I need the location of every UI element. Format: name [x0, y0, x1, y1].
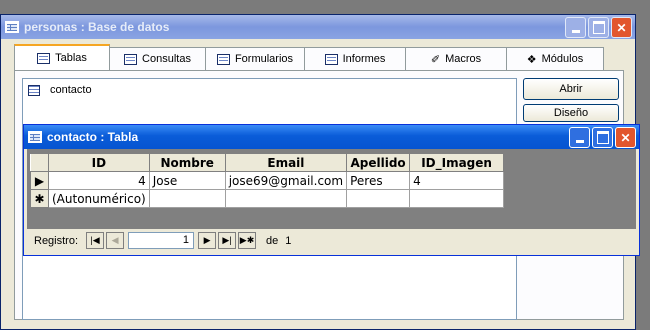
close-button[interactable]	[615, 127, 636, 148]
tab-label: Tablas	[55, 52, 87, 64]
table-icon	[28, 131, 42, 143]
new-record-button[interactable]: ▶✱	[238, 232, 257, 249]
column-header[interactable]: Nombre	[148, 153, 226, 172]
cell-nombre-new[interactable]	[148, 189, 226, 208]
previous-record-icon: ◀	[111, 235, 119, 245]
query-icon	[124, 53, 138, 65]
minimize-button[interactable]	[565, 17, 586, 38]
cell-apellido[interactable]: Peres	[346, 171, 411, 190]
record-total: 1	[285, 234, 292, 247]
tab-tablas[interactable]: Tablas	[14, 44, 110, 70]
column-header[interactable]: Email	[224, 153, 348, 172]
datasheet-grid: ID Nombre Email Apellido ID_Imagen ▶ 4 J…	[30, 153, 505, 208]
minimize-button[interactable]	[569, 127, 590, 148]
tab-informes[interactable]: Informes	[304, 47, 406, 70]
design-button[interactable]: Diseño	[523, 104, 619, 122]
tab-formularios[interactable]: Formularios	[205, 47, 305, 70]
cell-id-new[interactable]: (Autonumérico)	[48, 189, 150, 208]
report-icon	[324, 53, 338, 65]
record-label: Registro:	[34, 234, 79, 247]
table-icon	[37, 52, 51, 64]
datasheet-area: ID Nombre Email Apellido ID_Imagen ▶ 4 J…	[27, 149, 636, 252]
select-all-cell[interactable]	[30, 153, 49, 172]
form-icon	[216, 53, 230, 65]
tab-label: Consultas	[142, 53, 191, 65]
table-row: ▶ 4 Jose jose69@gmail.com Peres 4	[30, 171, 505, 190]
new-record-row: ✱ (Autonumérico)	[30, 189, 505, 208]
close-button[interactable]	[611, 17, 632, 38]
last-record-button[interactable]: ▶|	[218, 232, 237, 249]
first-record-button[interactable]: |◀	[86, 232, 105, 249]
table-window-titlebar[interactable]: contacto : Tabla	[24, 125, 639, 149]
record-navigator: Registro: |◀ ◀ 1 ▶ ▶| ▶✱ de 1	[27, 229, 636, 252]
last-record-icon: ▶|	[222, 235, 232, 245]
maximize-button[interactable]	[592, 127, 613, 148]
database-window-titlebar[interactable]: personas : Base de datos	[1, 15, 635, 39]
first-record-icon: |◀	[90, 235, 100, 245]
tab-macros[interactable]: ✐ Macros	[405, 47, 507, 70]
cell-nombre[interactable]: Jose	[148, 171, 226, 190]
object-tabs: Tablas Consultas Formularios Informes ✐ M…	[14, 44, 604, 70]
cell-email-new[interactable]	[224, 189, 348, 208]
cell-id-imagen[interactable]: 4	[409, 171, 505, 190]
macro-icon: ✐	[430, 53, 441, 66]
open-button[interactable]: Abrir	[523, 78, 619, 100]
tab-consultas[interactable]: Consultas	[109, 47, 206, 70]
list-item[interactable]: contacto	[28, 84, 92, 96]
maximize-button[interactable]	[588, 17, 609, 38]
cell-apellido-new[interactable]	[346, 189, 411, 208]
column-header[interactable]: ID_Imagen	[409, 153, 505, 172]
column-header[interactable]: Apellido	[346, 153, 411, 172]
cell-id-imagen-new[interactable]	[409, 189, 505, 208]
record-selector-new[interactable]: ✱	[30, 189, 49, 208]
list-item-label: contacto	[50, 84, 92, 96]
table-window-title: contacto : Tabla	[47, 130, 139, 144]
next-record-button[interactable]: ▶	[198, 232, 217, 249]
table-icon	[28, 84, 40, 96]
record-number-input[interactable]: 1	[128, 232, 195, 249]
column-header[interactable]: ID	[48, 153, 150, 172]
database-window-title: personas : Base de datos	[24, 20, 170, 34]
tab-label: Macros	[445, 53, 482, 65]
table-window: contacto : Tabla ID Nombre Email Apellid…	[23, 124, 640, 256]
record-selector-current[interactable]: ▶	[30, 171, 49, 190]
cell-id[interactable]: 4	[48, 171, 150, 190]
tab-label: Formularios	[234, 53, 294, 65]
previous-record-button[interactable]: ◀	[106, 232, 125, 249]
module-icon: ❖	[526, 53, 537, 66]
cell-email[interactable]: jose69@gmail.com	[224, 171, 348, 190]
record-of-label: de	[266, 234, 279, 247]
tab-modulos[interactable]: ❖ Módulos	[506, 47, 604, 70]
new-record-icon: ▶✱	[239, 235, 255, 245]
tab-label: Informes	[342, 53, 386, 65]
tab-label: Módulos	[541, 53, 584, 65]
next-record-icon: ▶	[203, 235, 211, 245]
database-icon	[5, 21, 19, 33]
header-row: ID Nombre Email Apellido ID_Imagen	[30, 153, 505, 172]
